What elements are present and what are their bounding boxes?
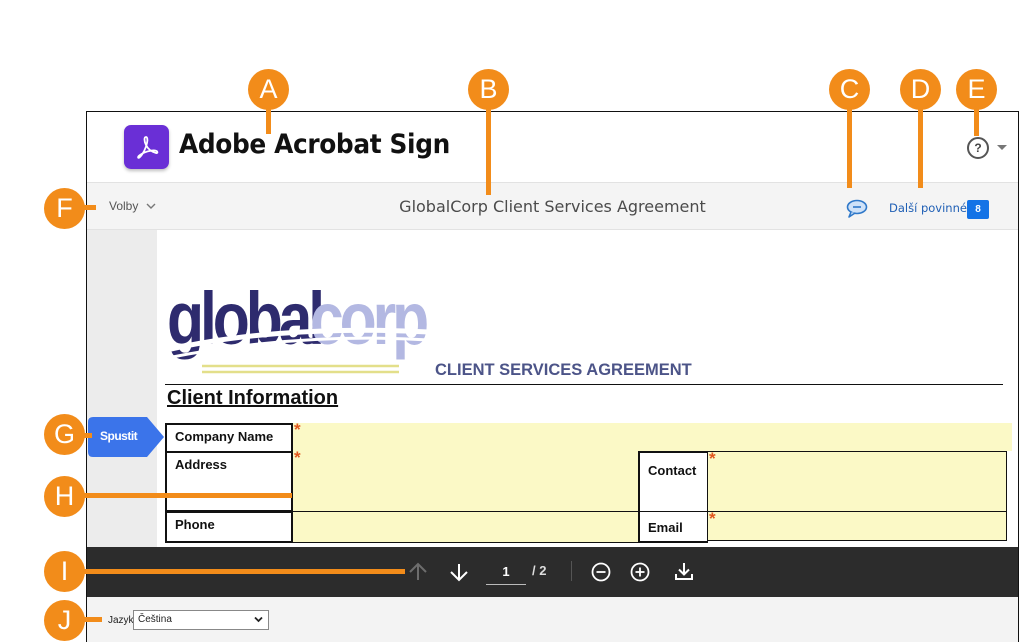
callout-c-leader [847,108,852,188]
section-title: Client Information [167,387,339,409]
address-field[interactable]: * [292,448,640,512]
comment-icon[interactable] [846,199,868,224]
current-page-input[interactable]: 1 [486,561,526,585]
acrobat-sign-window: Adobe Acrobat Sign ? Volby GlobalCorp Cl… [86,111,1019,642]
contact-label: Contact [638,451,708,512]
callout-b: B [468,69,509,110]
help-menu-caret-icon[interactable] [997,145,1007,150]
callout-e: E [956,69,997,110]
arrow-up-icon[interactable] [407,561,429,583]
callout-a: A [248,69,289,110]
page-footer: Jazyk Čeština [87,597,1018,642]
required-marker: * [294,448,301,467]
start-button[interactable]: Spustit [87,416,165,458]
email-field[interactable]: * [707,509,1007,541]
callout-i: I [44,551,85,592]
phone-label: Phone [165,511,293,543]
callout-h-leader [82,493,292,498]
brand-swoosh-icon [167,327,430,374]
total-pages: / 2 [532,563,547,578]
chevron-down-icon [254,616,263,623]
callout-e-leader [974,108,979,136]
email-label: Email [638,511,708,543]
document-title: GlobalCorp Client Services Agreement [399,197,706,216]
document-page: global corp CLIENT SERVICES AGREEMENT Cl… [157,230,1018,547]
address-label: Address [165,451,293,512]
download-icon[interactable] [673,561,695,583]
callout-j: J [44,600,85,641]
title-divider [165,384,1003,385]
arrow-down-icon[interactable] [448,561,470,583]
callout-j-leader [82,617,102,622]
callout-f: F [44,188,85,229]
company-name-label: Company Name [165,423,293,453]
document-toolbar: Volby GlobalCorp Client Services Agreeme… [87,182,1018,230]
zoom-out-icon[interactable] [590,561,612,583]
acrobat-logo-icon [124,125,169,169]
required-marker: * [709,449,716,468]
company-name-field[interactable]: * [293,420,1012,451]
app-title: Adobe Acrobat Sign [179,129,450,160]
contact-field[interactable]: * [707,449,1007,512]
callout-d: D [900,69,941,110]
next-required-button[interactable]: Další povinné [889,201,967,215]
start-button-label: Spustit [100,429,138,443]
language-selected-value: Čeština [138,614,172,625]
help-icon[interactable]: ? [967,137,989,159]
callout-h: H [44,476,85,517]
callout-i-leader [82,569,405,574]
callout-d-leader [918,108,923,188]
callout-c: C [829,69,870,110]
agreement-title: CLIENT SERVICES AGREEMENT [435,361,692,379]
required-count-badge: 8 [967,200,989,219]
phone-field[interactable] [292,511,640,543]
zoom-in-icon[interactable] [629,561,651,583]
callout-b-leader [486,108,491,195]
document-viewer[interactable]: global corp CLIENT SERVICES AGREEMENT Cl… [87,230,1018,547]
callout-a-leader [266,108,271,134]
nav-divider [571,561,572,581]
required-marker: * [709,509,716,528]
callout-g: G [44,414,85,455]
globalcorp-logo: global corp [167,277,437,380]
app-header: Adobe Acrobat Sign ? [87,112,1018,182]
language-label: Jazyk [108,615,134,626]
required-marker: * [294,420,301,439]
language-select[interactable]: Čeština [133,610,269,630]
